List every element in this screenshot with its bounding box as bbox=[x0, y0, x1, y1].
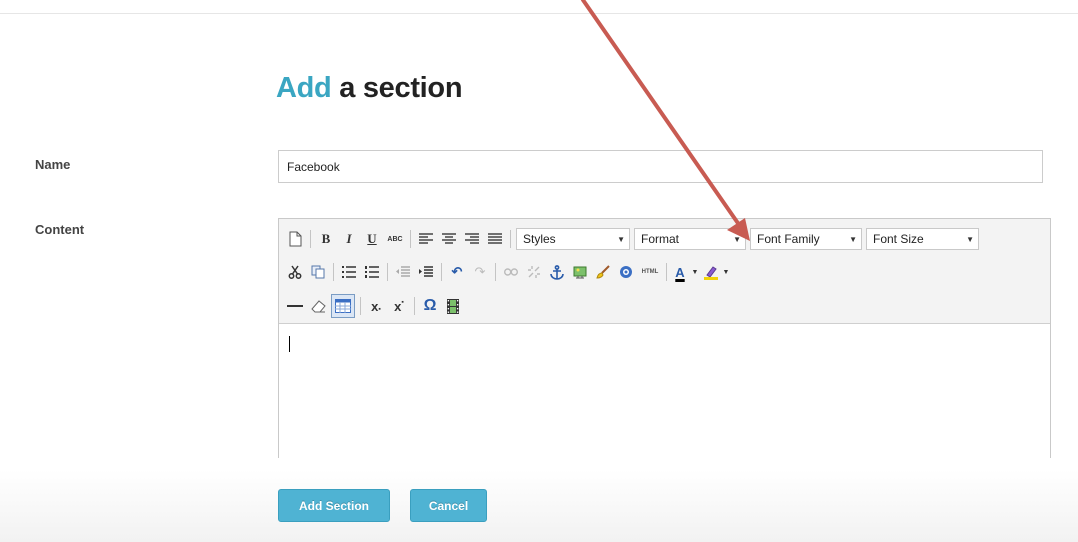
highlight-color-icon[interactable] bbox=[703, 262, 719, 282]
html-source-button[interactable]: HTML bbox=[639, 262, 661, 282]
add-section-button[interactable]: Add Section bbox=[278, 489, 390, 522]
text-caret bbox=[289, 336, 290, 352]
toolbar-row-2: ↶ ↷ HTML A ▼ ▼ bbox=[285, 260, 733, 284]
format-dropdown-label: Format bbox=[641, 232, 680, 246]
help-icon[interactable] bbox=[616, 262, 636, 282]
align-center-icon[interactable] bbox=[439, 229, 459, 249]
editor-content-area[interactable] bbox=[279, 323, 1050, 458]
page-title-rest: a section bbox=[339, 72, 463, 104]
chevron-down-icon[interactable]: ▼ bbox=[722, 262, 730, 282]
superscript-glyph: x bbox=[394, 298, 402, 314]
anchor-icon[interactable] bbox=[547, 262, 567, 282]
chevron-down-icon[interactable]: ▼ bbox=[691, 262, 699, 282]
subscript-glyph: x bbox=[371, 298, 379, 314]
toolbar-separator bbox=[333, 263, 334, 281]
toolbar-separator bbox=[414, 297, 415, 315]
italic-button[interactable]: I bbox=[339, 229, 359, 249]
toolbar-separator bbox=[410, 230, 411, 248]
undo-icon[interactable]: ↶ bbox=[447, 262, 467, 282]
font-size-dropdown-label: Font Size bbox=[873, 232, 924, 246]
font-family-dropdown[interactable]: Font Family ▼ bbox=[750, 228, 862, 250]
link-icon[interactable] bbox=[501, 262, 521, 282]
toolbar-row-1: B I U ABC Styles ▼ Format ▼ Font Family … bbox=[285, 227, 983, 251]
superscript-button[interactable]: x ▪ bbox=[389, 296, 409, 316]
chevron-down-icon: ▼ bbox=[966, 234, 974, 244]
new-document-icon[interactable] bbox=[285, 229, 305, 249]
copy-icon[interactable] bbox=[308, 262, 328, 282]
content-label: Content bbox=[35, 222, 85, 237]
numbered-list-icon[interactable] bbox=[362, 262, 382, 282]
bold-button[interactable]: B bbox=[316, 229, 336, 249]
toolbar-separator bbox=[666, 263, 667, 281]
format-dropdown[interactable]: Format ▼ bbox=[634, 228, 746, 250]
special-character-button[interactable]: Ω bbox=[420, 296, 440, 316]
page-title: Add a section bbox=[276, 72, 463, 105]
strikethrough-button[interactable]: ABC bbox=[385, 229, 405, 249]
styles-dropdown-label: Styles bbox=[523, 232, 556, 246]
toolbar-separator bbox=[360, 297, 361, 315]
name-label: Name bbox=[35, 157, 71, 172]
chevron-down-icon: ▼ bbox=[733, 234, 741, 244]
toolbar-separator bbox=[310, 230, 311, 248]
cut-icon[interactable] bbox=[285, 262, 305, 282]
align-left-icon[interactable] bbox=[416, 229, 436, 249]
redo-icon[interactable]: ↷ bbox=[470, 262, 490, 282]
text-color-button[interactable]: A bbox=[672, 262, 688, 282]
unlink-icon[interactable] bbox=[524, 262, 544, 282]
outdent-icon[interactable] bbox=[393, 262, 413, 282]
indent-icon[interactable] bbox=[416, 262, 436, 282]
toolbar-separator bbox=[387, 263, 388, 281]
toolbar-separator bbox=[441, 263, 442, 281]
subscript-marker-icon: ▪ bbox=[378, 306, 381, 313]
bullet-list-icon[interactable] bbox=[339, 262, 359, 282]
name-field[interactable] bbox=[278, 150, 1043, 183]
rich-text-editor: B I U ABC Styles ▼ Format ▼ Font Family … bbox=[278, 218, 1051, 458]
chevron-down-icon: ▼ bbox=[617, 234, 625, 244]
align-justify-icon[interactable] bbox=[485, 229, 505, 249]
page-title-accent: Add bbox=[276, 72, 332, 104]
media-film-icon[interactable] bbox=[443, 296, 463, 316]
table-icon[interactable] bbox=[331, 294, 355, 318]
font-family-dropdown-label: Font Family bbox=[757, 232, 820, 246]
styles-dropdown[interactable]: Styles ▼ bbox=[516, 228, 630, 250]
top-divider bbox=[0, 13, 1078, 14]
toolbar-separator bbox=[510, 230, 511, 248]
chevron-down-icon: ▼ bbox=[849, 234, 857, 244]
subscript-button[interactable]: x ▪ bbox=[366, 296, 386, 316]
cleanup-brush-icon[interactable] bbox=[593, 262, 613, 282]
underline-button[interactable]: U bbox=[362, 229, 382, 249]
image-icon[interactable] bbox=[570, 262, 590, 282]
align-right-icon[interactable] bbox=[462, 229, 482, 249]
eraser-icon[interactable] bbox=[308, 296, 328, 316]
toolbar-row-3: x ▪ x ▪ Ω bbox=[285, 294, 466, 318]
cancel-button[interactable]: Cancel bbox=[410, 489, 487, 522]
toolbar-separator bbox=[495, 263, 496, 281]
superscript-marker-icon: ▪ bbox=[401, 299, 404, 306]
horizontal-rule-icon[interactable] bbox=[285, 296, 305, 316]
font-size-dropdown[interactable]: Font Size ▼ bbox=[866, 228, 979, 250]
footer-background bbox=[0, 470, 1078, 542]
